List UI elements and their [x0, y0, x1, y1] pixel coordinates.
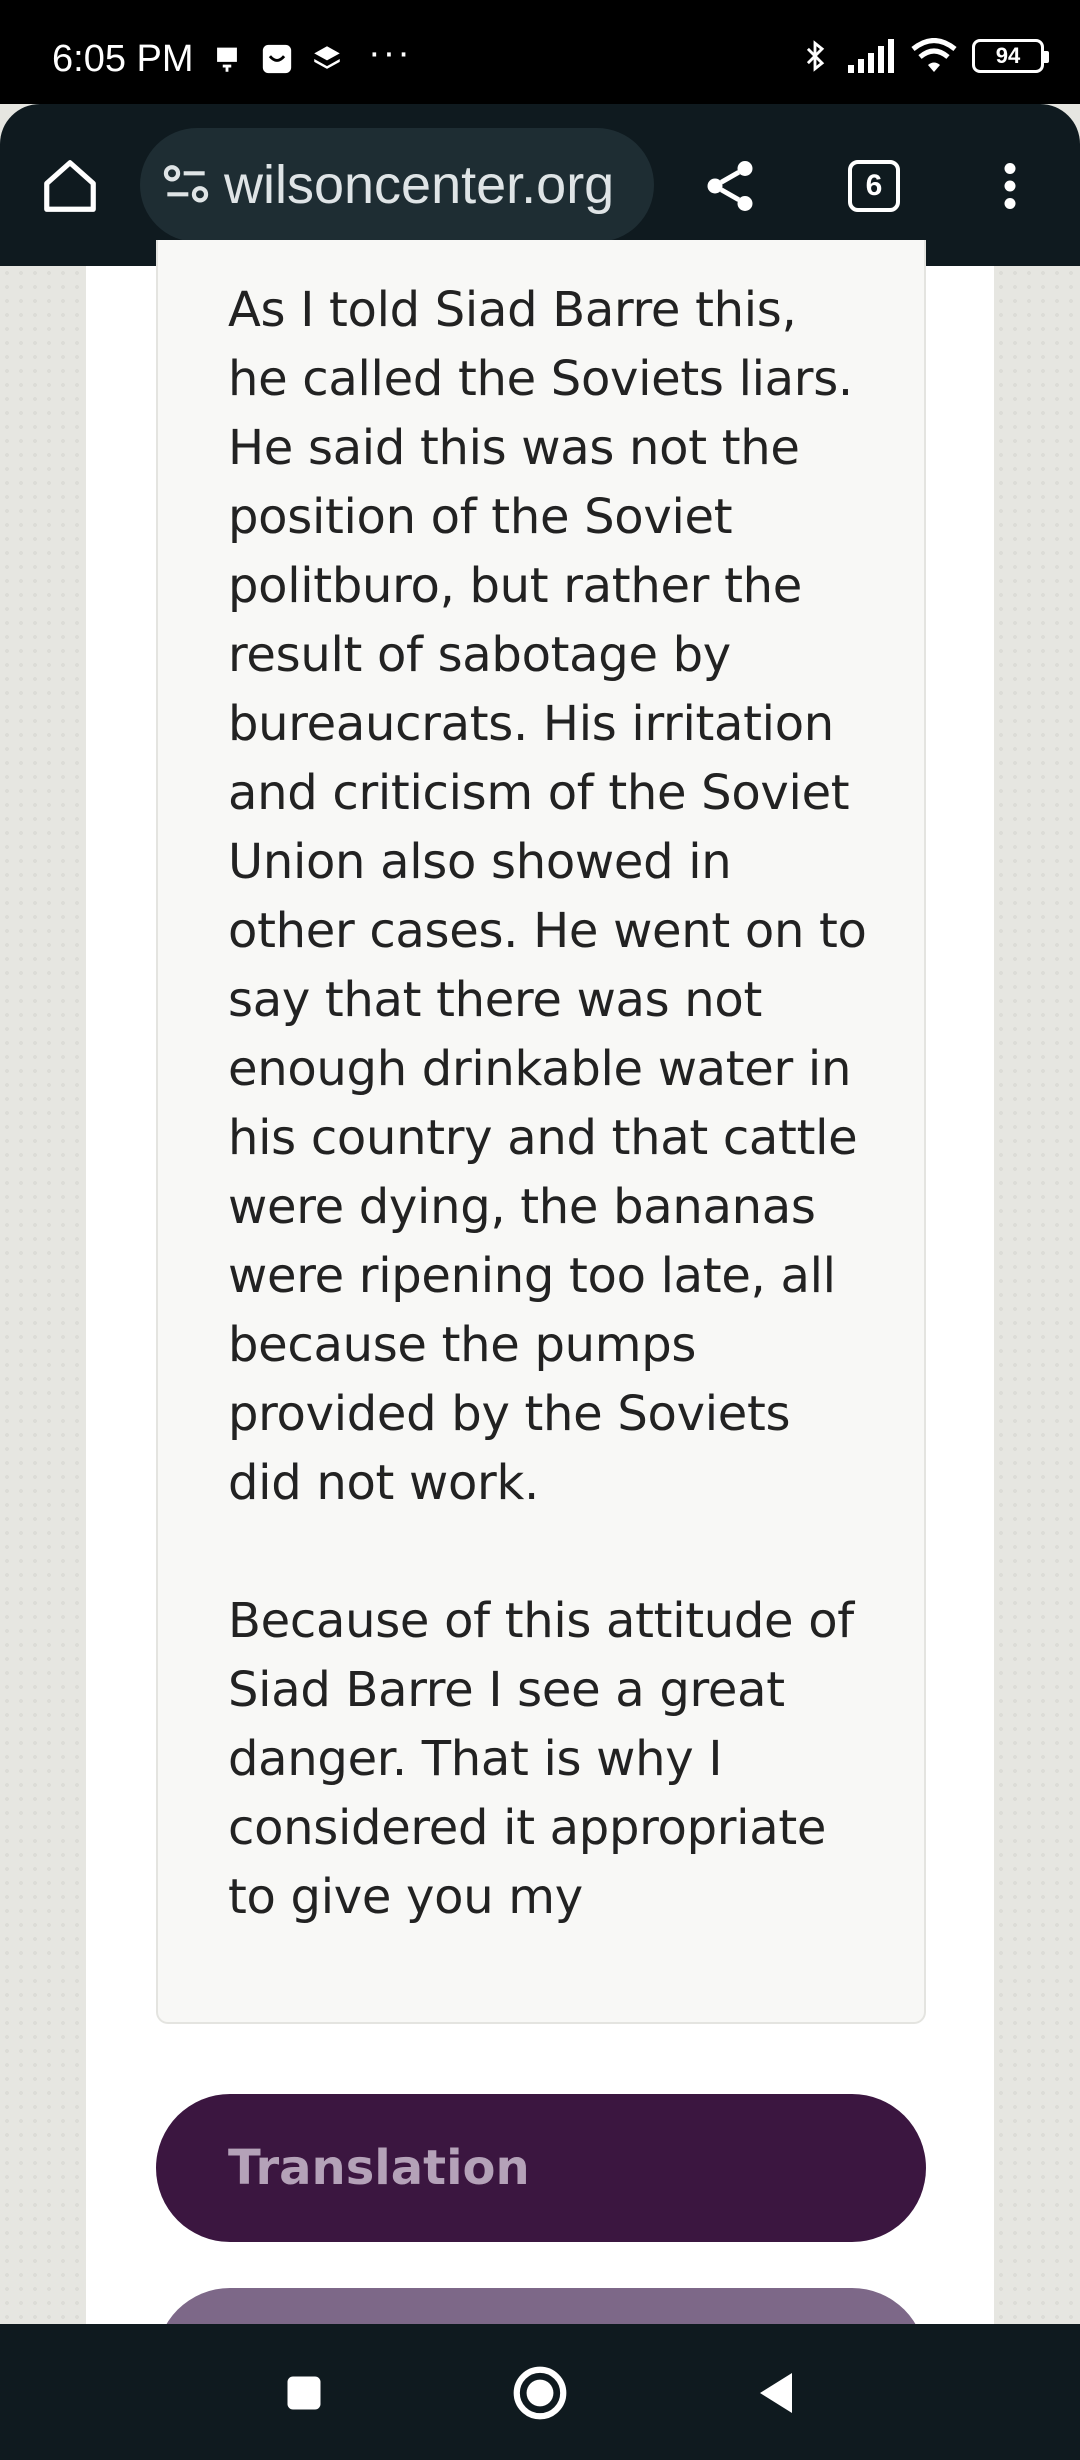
tabs-icon: 6 — [848, 160, 900, 212]
home-nav-button[interactable] — [500, 2358, 580, 2428]
site-settings-icon[interactable] — [158, 157, 214, 213]
share-icon — [707, 161, 753, 211]
more-menu-button[interactable] — [970, 146, 1050, 226]
system-nav-bar — [0, 2324, 1080, 2460]
tab-switcher-button[interactable]: 6 — [834, 146, 914, 226]
bluetooth-icon — [806, 40, 825, 72]
recents-icon — [287, 2376, 321, 2410]
translation-button[interactable]: Translation — [156, 2094, 926, 2242]
home-icon — [44, 160, 96, 212]
home-button[interactable] — [30, 146, 110, 226]
signal-icon — [848, 39, 894, 73]
layers-icon — [314, 46, 340, 69]
back-icon — [760, 2373, 792, 2413]
address-bar[interactable]: wilsoncenter.org — [140, 128, 654, 242]
status-bar: 6:05 PM ··· 94 — [0, 0, 1080, 104]
article-paragraph: Because of this attitude of Siad Barre I… — [228, 1593, 854, 1925]
battery-icon: 94 — [972, 39, 1049, 73]
home-circle-icon — [513, 2366, 567, 2420]
messenger-icon — [262, 44, 292, 74]
translation-button-label: Translation — [228, 2140, 530, 2196]
article-paragraph: As I told Siad Barre this, he called the… — [228, 282, 867, 1511]
url-text: wilsoncenter.org — [224, 155, 615, 215]
battery-level: 94 — [995, 43, 1021, 68]
recents-button[interactable] — [264, 2358, 344, 2428]
status-time: 6:05 PM — [52, 38, 194, 80]
status-more-dots: ··· — [368, 32, 412, 74]
share-button[interactable] — [690, 146, 770, 226]
wifi-icon — [911, 38, 957, 72]
document-text: As I told Siad Barre this, he called the… — [228, 276, 868, 1932]
more-vert-icon — [1004, 163, 1016, 209]
notification-icon — [217, 47, 237, 72]
back-button[interactable] — [736, 2358, 816, 2428]
